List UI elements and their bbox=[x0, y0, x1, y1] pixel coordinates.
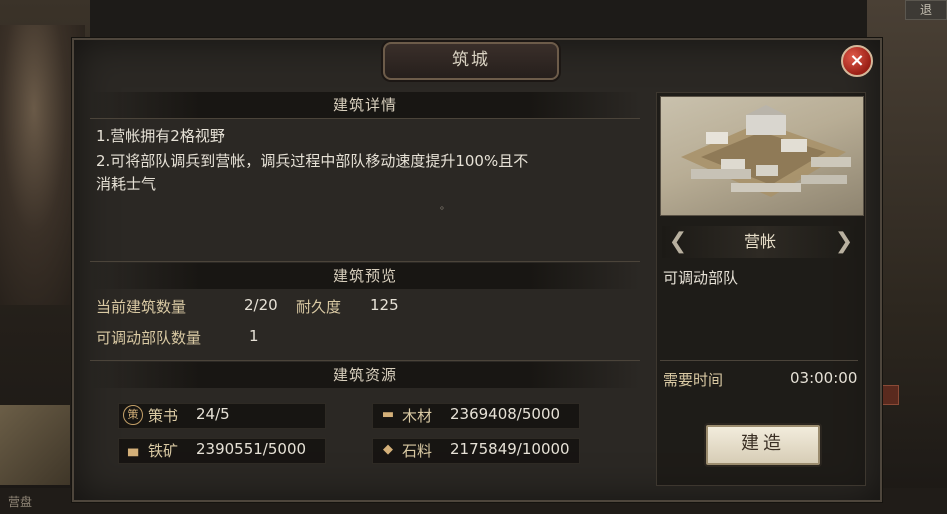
close-icon: × bbox=[849, 50, 865, 71]
strategy-book-icon: 策 bbox=[123, 405, 143, 425]
details-header: 建筑详情 bbox=[90, 92, 640, 118]
details-line-3: 消耗士气 bbox=[96, 175, 157, 193]
resource-label: 木材 bbox=[402, 407, 433, 425]
divider bbox=[90, 261, 640, 262]
resource-value: 2175849/10000 bbox=[450, 440, 570, 458]
resource-value: 2369408/5000 bbox=[450, 405, 561, 423]
time-value: 03:00:00 bbox=[790, 369, 858, 387]
back-button[interactable]: 退 bbox=[905, 0, 947, 20]
troops-count-label: 可调动部队数量 bbox=[96, 329, 202, 347]
divider bbox=[90, 118, 640, 119]
stone-icon: ◆ bbox=[383, 442, 393, 457]
durability-label: 耐久度 bbox=[296, 298, 342, 316]
resource-label: 铁矿 bbox=[148, 442, 179, 460]
details-dot: 。 bbox=[440, 201, 450, 212]
close-button[interactable]: × bbox=[841, 45, 873, 77]
troops-count-value: 1 bbox=[249, 327, 259, 345]
building-name: 营帐 bbox=[743, 232, 776, 251]
divider bbox=[90, 360, 640, 361]
divider bbox=[660, 360, 858, 361]
resource-value: 24/5 bbox=[196, 405, 230, 423]
resources-header: 建筑资源 bbox=[90, 362, 640, 388]
dialog-title: 筑城 bbox=[452, 50, 490, 70]
bottom-bar-label: 营盘 bbox=[8, 495, 33, 509]
camp-illustration bbox=[681, 105, 851, 197]
time-label: 需要时间 bbox=[663, 371, 724, 389]
building-count-value: 2/20 bbox=[244, 296, 278, 314]
details-line-1: 1.营帐拥有2格视野 bbox=[96, 127, 225, 145]
resource-label: 策书 bbox=[148, 407, 179, 425]
building-count-label: 当前建筑数量 bbox=[96, 298, 187, 316]
city-thumbnail bbox=[0, 405, 70, 485]
preview-header: 建筑预览 bbox=[90, 263, 640, 289]
details-line-2: 2.可将部队调兵到营帐，调兵过程中部队移动速度提升100%且不 bbox=[96, 152, 529, 170]
resource-value: 2390551/5000 bbox=[196, 440, 307, 458]
iron-ore-icon: ▄ bbox=[128, 442, 138, 457]
resource-label: 石料 bbox=[402, 442, 433, 460]
durability-value: 125 bbox=[370, 296, 399, 314]
building-image bbox=[660, 96, 864, 216]
building-ability: 可调动部队 bbox=[663, 269, 739, 287]
wood-icon: ▬ bbox=[381, 407, 395, 422]
build-button[interactable]: 建造 bbox=[706, 425, 820, 465]
